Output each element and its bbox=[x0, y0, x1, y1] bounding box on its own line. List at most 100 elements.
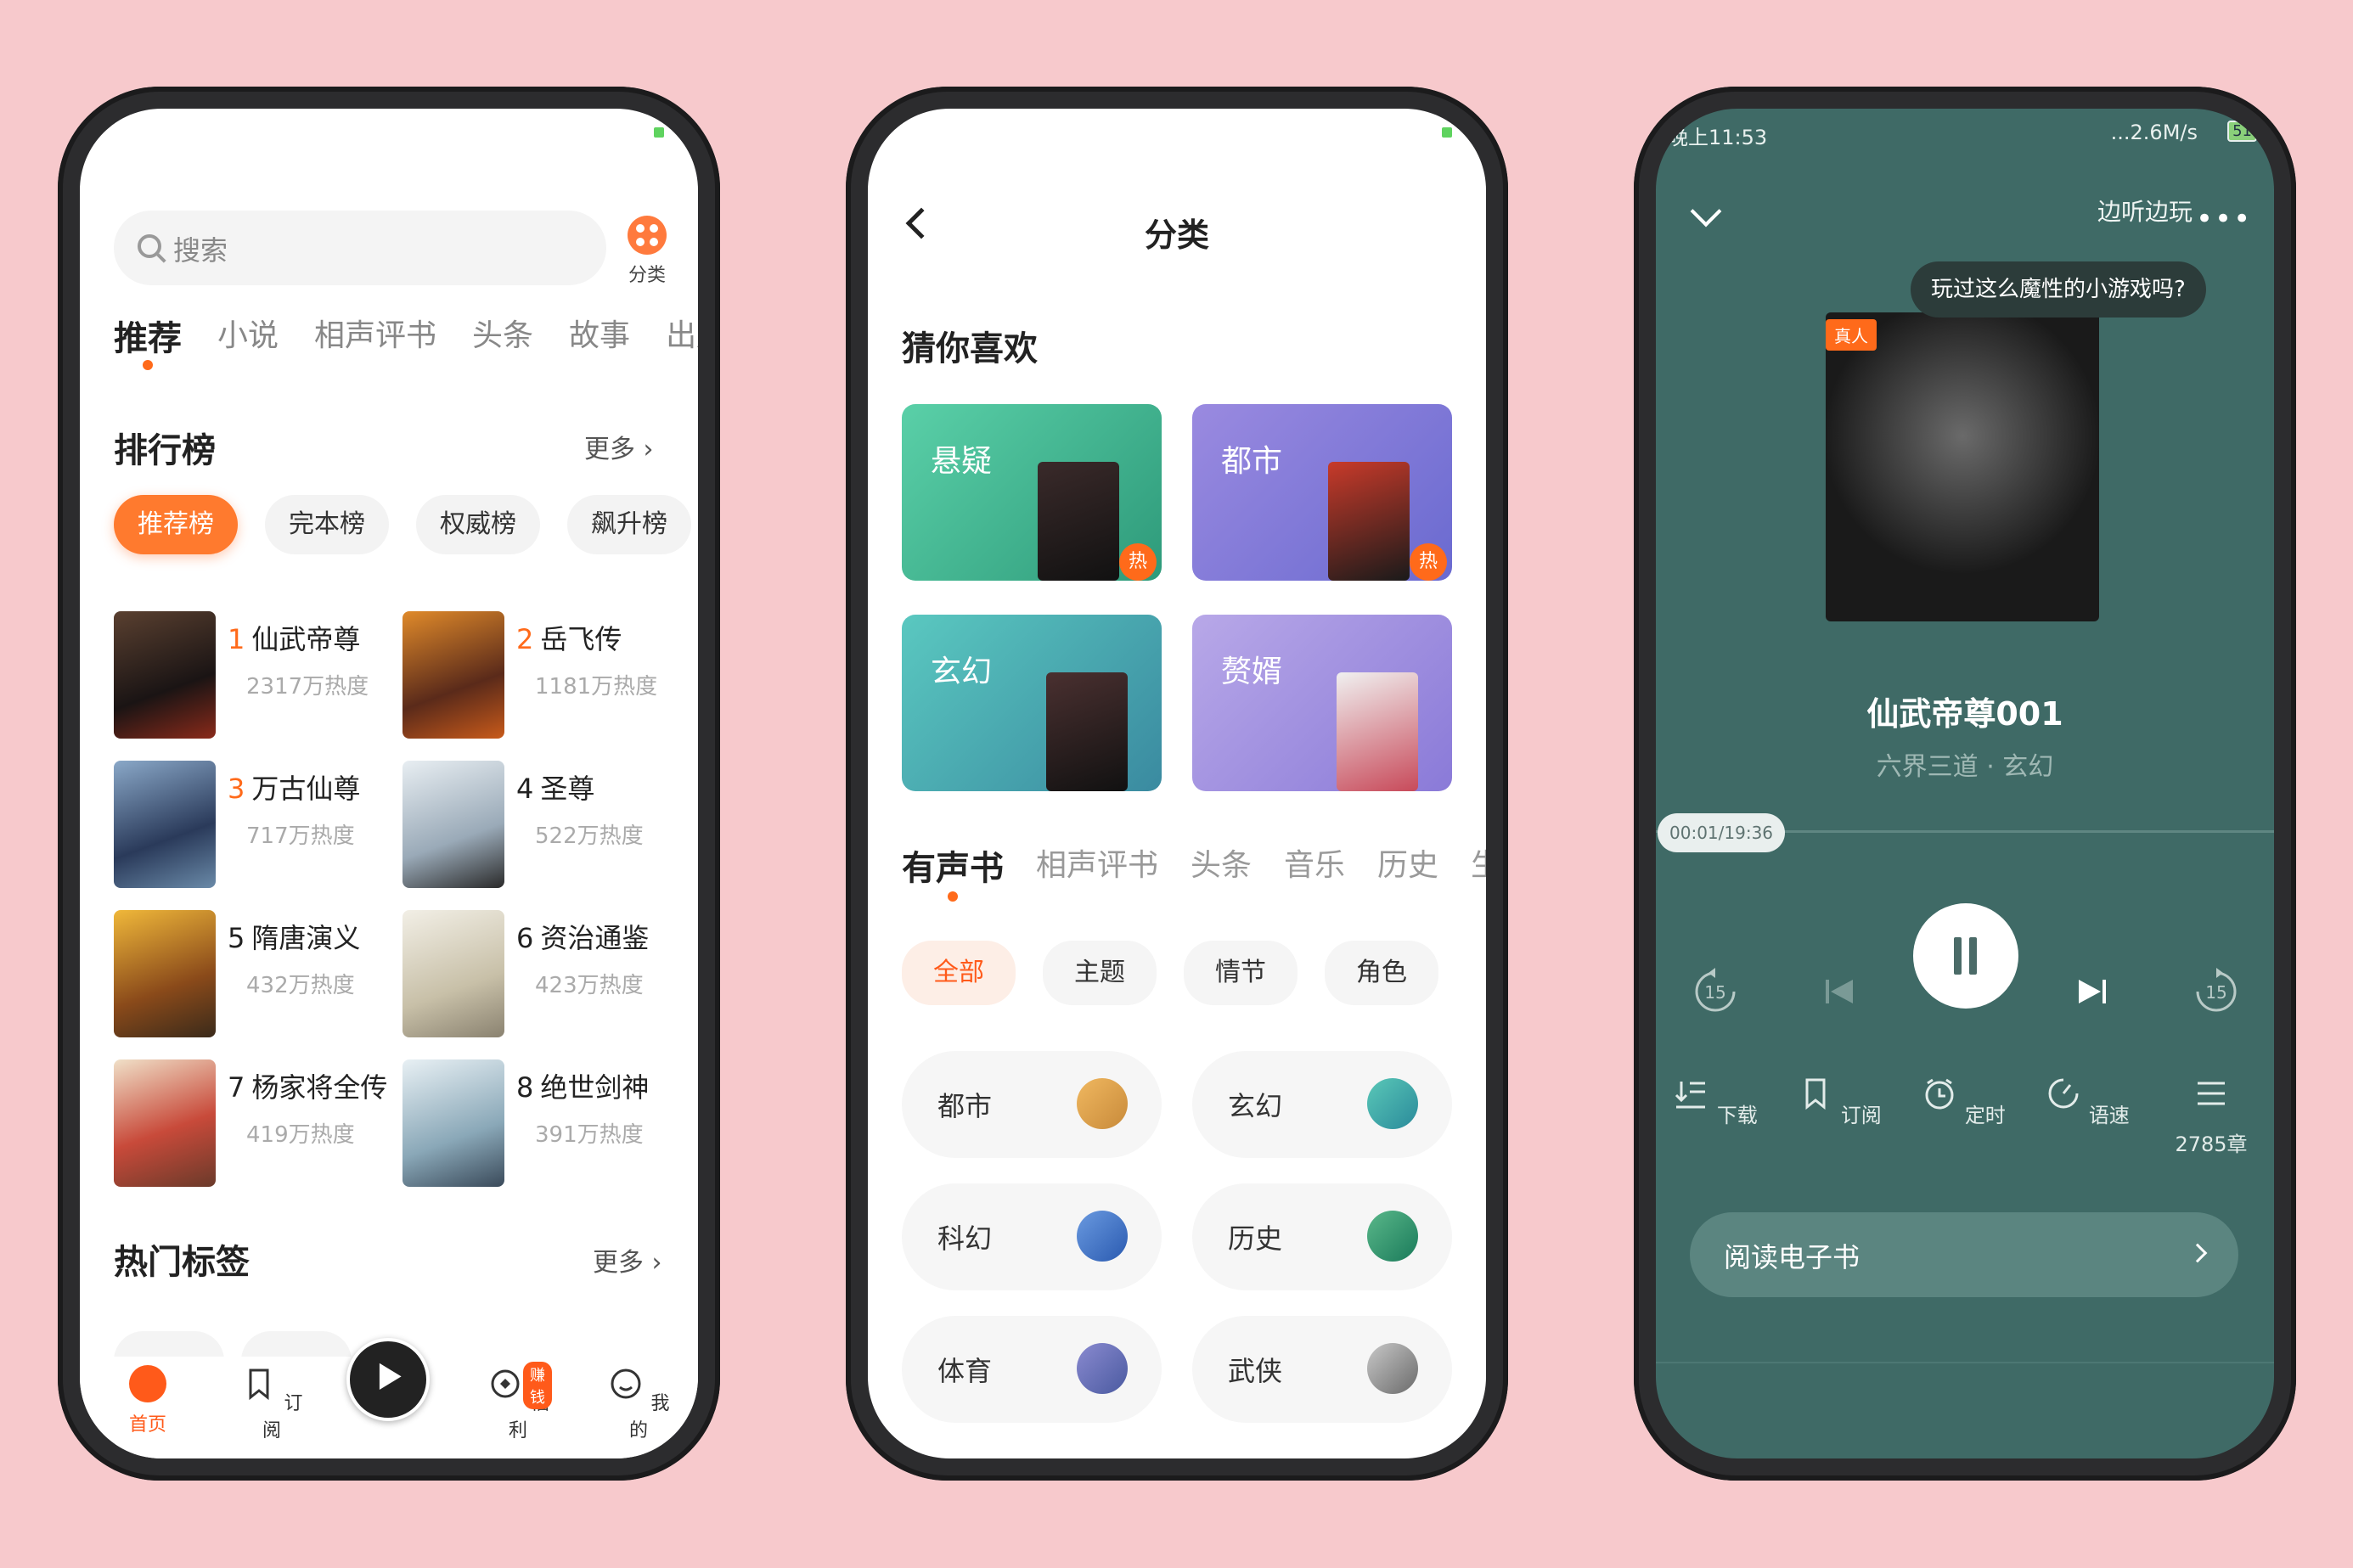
welfare-badge: 赚钱 bbox=[523, 1362, 552, 1409]
timer-button[interactable]: 定时 bbox=[1921, 1075, 2006, 1128]
ranking-more-link[interactable]: 更多 › bbox=[584, 428, 654, 465]
battery-icon: 51 bbox=[2227, 121, 2257, 142]
filter-chips: 全部 主题 情节 角色 bbox=[902, 941, 1438, 1005]
search-icon bbox=[138, 234, 161, 258]
previous-icon[interactable] bbox=[1814, 966, 1865, 1017]
genre-scifi[interactable]: 科幻 bbox=[902, 1183, 1162, 1290]
tab-novel[interactable]: 小说 bbox=[217, 311, 279, 360]
status-speed: ...2.6M/s bbox=[2110, 121, 2198, 144]
category-icon bbox=[628, 216, 667, 255]
tab-home[interactable]: 首页 bbox=[114, 1365, 182, 1436]
pause-button[interactable] bbox=[1913, 903, 2018, 1009]
ranking-item[interactable]: 2 岳飞传 1181万热度 bbox=[402, 611, 683, 747]
chip-authority-list[interactable]: 权威榜 bbox=[416, 495, 540, 554]
listen-play-link[interactable]: 边听边玩 bbox=[2097, 194, 2193, 228]
mini-player-button[interactable] bbox=[346, 1338, 430, 1421]
list-icon bbox=[2198, 1082, 2225, 1105]
tab-publication[interactable]: 出版物 bbox=[666, 311, 698, 360]
play-icon bbox=[379, 1363, 402, 1390]
search-input[interactable]: 搜索 bbox=[114, 211, 606, 285]
genre-urban[interactable]: 都市 bbox=[902, 1051, 1162, 1158]
genre-sports[interactable]: 体育 bbox=[902, 1316, 1162, 1423]
speed-button[interactable]: 语速 bbox=[2045, 1075, 2130, 1128]
tab-music[interactable]: 音乐 bbox=[1284, 840, 1345, 890]
home-screen: 搜索 分类 推荐 小说 相声评书 头条 故事 出版物 排行榜 更多 › 推荐榜 … bbox=[80, 109, 698, 1458]
genre-icon bbox=[1077, 1343, 1128, 1394]
track-subtitle: 六界三道 · 玄幻 bbox=[1876, 752, 2054, 782]
read-ebook-button[interactable]: 阅读电子书 bbox=[1690, 1212, 2238, 1297]
rewind-15-icon[interactable]: 15 bbox=[1690, 966, 1741, 1017]
guess-card-son-in-law[interactable]: 赘婿 bbox=[1192, 615, 1452, 791]
profile-icon bbox=[611, 1368, 641, 1399]
tab-mine[interactable]: 我的 bbox=[605, 1365, 673, 1442]
tab-crosstalk[interactable]: 相声评书 bbox=[1036, 840, 1158, 890]
status-bar: 晚上11:53 ...2.6M/s 51 bbox=[1668, 121, 2257, 150]
home-icon bbox=[129, 1365, 166, 1402]
download-button[interactable]: 下载 bbox=[1673, 1075, 1758, 1128]
download-icon bbox=[1675, 1082, 1706, 1109]
tab-welfare[interactable]: 福利 赚钱 bbox=[484, 1362, 552, 1442]
genre-history[interactable]: 历史 bbox=[1192, 1183, 1452, 1290]
progress-thumb[interactable]: 00:01/19:36 bbox=[1658, 813, 1786, 852]
content-tabs: 有声书 相声评书 头条 音乐 历史 生活 bbox=[902, 840, 1486, 902]
genre-icon bbox=[1367, 1078, 1418, 1129]
forward-15-icon[interactable]: 15 bbox=[2191, 966, 2242, 1017]
ranking-item[interactable]: 1 仙武帝尊 2317万热度 bbox=[114, 611, 394, 747]
hot-badge: 热 bbox=[1119, 543, 1157, 581]
guess-card-urban[interactable]: 都市 热 bbox=[1192, 404, 1452, 581]
hot-badge: 热 bbox=[1410, 543, 1447, 581]
collapse-icon[interactable] bbox=[1690, 195, 1722, 228]
ranking-item[interactable]: 5 隋唐演义 432万热度 bbox=[114, 910, 394, 1046]
genre-icon bbox=[1077, 1078, 1128, 1129]
tab-life[interactable]: 生活 bbox=[1471, 840, 1486, 890]
bottom-tab-bar: 首页 订阅 福利 赚钱 我的 bbox=[80, 1338, 698, 1458]
tab-headline[interactable]: 头条 bbox=[1191, 840, 1252, 890]
genre-fantasy[interactable]: 玄幻 bbox=[1192, 1051, 1452, 1158]
chip-role[interactable]: 角色 bbox=[1325, 941, 1438, 1005]
chip-finished-list[interactable]: 完本榜 bbox=[265, 495, 389, 554]
tab-subscribe[interactable]: 订阅 bbox=[238, 1365, 306, 1442]
camera-indicator bbox=[1442, 127, 1452, 138]
welfare-icon bbox=[491, 1369, 520, 1398]
ranking-item[interactable]: 6 资治通鉴 423万热度 bbox=[402, 910, 683, 1046]
category-button[interactable]: 分类 bbox=[623, 216, 671, 290]
real-voice-badge: 真人 bbox=[1826, 319, 1877, 351]
phone-category: 分类 猜你喜欢 悬疑 热 都市 热 玄幻 赘婿 有声书 相声评书 头条 音乐 历… bbox=[846, 87, 1508, 1481]
book-cover bbox=[114, 761, 216, 888]
book-cover bbox=[1337, 672, 1418, 791]
chip-theme[interactable]: 主题 bbox=[1043, 941, 1157, 1005]
tab-story[interactable]: 故事 bbox=[569, 311, 630, 360]
tab-audiobook[interactable]: 有声书 bbox=[902, 840, 1004, 902]
top-tabs: 推荐 小说 相声评书 头条 故事 出版物 bbox=[114, 311, 698, 370]
next-icon[interactable] bbox=[2067, 966, 2118, 1017]
chip-rising-list[interactable]: 飙升榜 bbox=[567, 495, 691, 554]
chip-plot[interactable]: 情节 bbox=[1184, 941, 1298, 1005]
genre-icon bbox=[1367, 1343, 1418, 1394]
chip-all[interactable]: 全部 bbox=[902, 941, 1016, 1005]
page-title: 分类 bbox=[1144, 216, 1209, 254]
tab-history[interactable]: 历史 bbox=[1377, 840, 1438, 890]
more-icon[interactable]: ••• bbox=[2196, 202, 2252, 236]
hot-tags-more-link[interactable]: 更多 › bbox=[593, 1241, 662, 1279]
subscribe-button[interactable]: 订阅 bbox=[1797, 1075, 1882, 1128]
guess-card-suspense[interactable]: 悬疑 热 bbox=[902, 404, 1162, 581]
category-screen: 分类 猜你喜欢 悬疑 热 都市 热 玄幻 赘婿 有声书 相声评书 头条 音乐 历… bbox=[868, 109, 1486, 1458]
book-cover bbox=[402, 910, 504, 1037]
promo-bubble[interactable]: 玩过这么魔性的小游戏吗? bbox=[1911, 261, 2206, 318]
player-screen: 晚上11:53 ...2.6M/s 51 边听边玩 ••• 真人 玩过这么魔性的… bbox=[1656, 109, 2274, 1458]
guess-card-fantasy[interactable]: 玄幻 bbox=[902, 615, 1162, 791]
ranking-title: 排行榜 bbox=[114, 431, 216, 470]
tab-headline[interactable]: 头条 bbox=[472, 311, 533, 360]
guess-title: 猜你喜欢 bbox=[902, 329, 1038, 368]
tab-crosstalk[interactable]: 相声评书 bbox=[314, 311, 436, 360]
chapters-button[interactable]: 2785章 bbox=[2169, 1075, 2254, 1157]
tab-recommend[interactable]: 推荐 bbox=[114, 311, 182, 370]
book-cover bbox=[114, 910, 216, 1037]
ranking-item[interactable]: 7 杨家将全传 419万热度 bbox=[114, 1059, 394, 1195]
ranking-item[interactable]: 4 圣尊 522万热度 bbox=[402, 761, 683, 896]
ranking-item[interactable]: 3 万古仙尊 717万热度 bbox=[114, 761, 394, 896]
book-cover bbox=[1038, 462, 1119, 581]
ranking-item[interactable]: 8 绝世剑神 391万热度 bbox=[402, 1059, 683, 1195]
chip-recommend-list[interactable]: 推荐榜 bbox=[114, 495, 238, 554]
genre-wuxia[interactable]: 武侠 bbox=[1192, 1316, 1452, 1423]
